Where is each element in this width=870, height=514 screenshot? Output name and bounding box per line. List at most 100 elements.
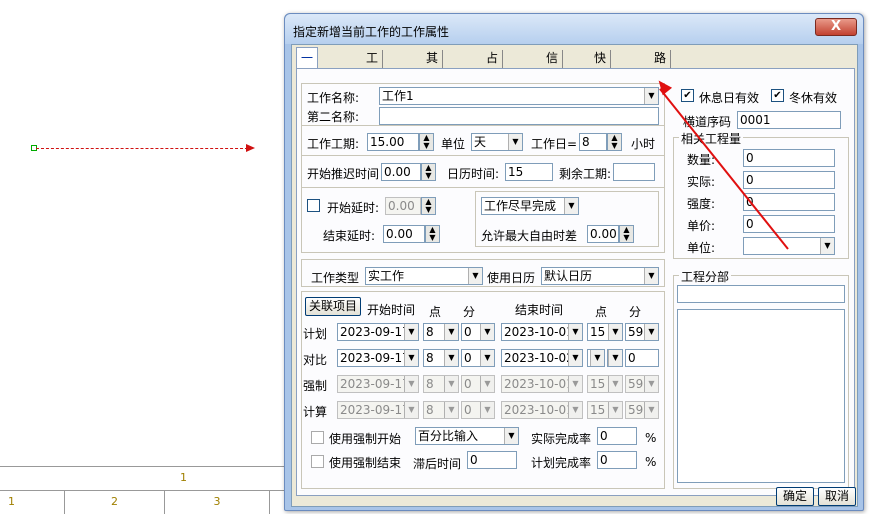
- chevron-down-icon[interactable]: ▼: [564, 198, 578, 214]
- dashed-work-arrow[interactable]: [36, 148, 248, 149]
- chevron-down-icon[interactable]: ▼: [568, 350, 582, 366]
- price-input[interactable]: 0: [743, 215, 835, 233]
- workday-input[interactable]: 8: [579, 133, 607, 151]
- close-button[interactable]: X: [815, 18, 857, 36]
- calendar-time-input[interactable]: 15: [505, 163, 553, 181]
- chevron-down-icon[interactable]: ▼: [644, 324, 658, 340]
- chevron-down-icon[interactable]: ▼: [590, 350, 604, 366]
- compare-end-minute[interactable]: 0: [625, 349, 659, 367]
- computed-start-date[interactable]: 2023-09-17 ▼: [337, 401, 419, 419]
- name-select[interactable]: 工作1 ▼: [379, 87, 659, 105]
- compare-end-minute-dropdown[interactable]: ▼: [607, 349, 623, 367]
- chevron-down-icon[interactable]: ▼: [644, 376, 658, 392]
- tab-relations[interactable]: 工作关系: [362, 50, 384, 116]
- start-lag-input[interactable]: 0.00: [385, 197, 421, 215]
- computed-end-hour[interactable]: 15 ▼: [587, 401, 623, 419]
- compare-end-hour[interactable]: ▼: [587, 349, 605, 367]
- forced-start-hour[interactable]: 8 ▼: [423, 375, 459, 393]
- unitq-select[interactable]: ▼: [743, 237, 835, 255]
- end-lag-spinner[interactable]: ▲ ▼: [425, 225, 440, 243]
- chevron-down-icon[interactable]: ▼: [644, 268, 658, 284]
- ok-button[interactable]: 确定: [776, 487, 814, 506]
- division-list[interactable]: [677, 309, 845, 483]
- computed-end-minute[interactable]: 59 ▼: [625, 401, 659, 419]
- max-free-spinner[interactable]: ▲ ▼: [619, 225, 634, 243]
- chevron-down-icon[interactable]: ▼: [608, 324, 622, 340]
- remaining-input[interactable]: [613, 163, 655, 181]
- cancel-button[interactable]: 取消: [818, 487, 856, 506]
- forced-end-hour[interactable]: 15 ▼: [587, 375, 623, 393]
- chevron-down-icon[interactable]: ▼: [404, 402, 418, 418]
- winter-valid-checkbox[interactable]: ✔: [771, 89, 784, 102]
- type-select[interactable]: 实工作 ▼: [365, 267, 483, 285]
- compare-end-date[interactable]: 2023-10-02 ▼: [501, 349, 583, 367]
- chevron-down-icon[interactable]: ▼: [608, 402, 622, 418]
- chevron-down-icon[interactable]: ▼: [468, 268, 482, 284]
- chevron-down-icon[interactable]: ▼: [568, 324, 582, 340]
- lag-after-input[interactable]: 0: [467, 451, 517, 469]
- start-delay-spinner[interactable]: ▲ ▼: [421, 163, 436, 181]
- chevron-down-icon[interactable]: ▼: [404, 350, 418, 366]
- plan-end-minute[interactable]: 59 ▼: [625, 323, 659, 341]
- chevron-down-icon[interactable]: ▼: [404, 376, 418, 392]
- computed-end-date[interactable]: 2023-10-01 ▼: [501, 401, 583, 419]
- chevron-down-icon[interactable]: ▼: [404, 324, 418, 340]
- plan-start-minute[interactable]: 0 ▼: [461, 323, 495, 341]
- forced-end-date[interactable]: 2023-10-01 ▼: [501, 375, 583, 393]
- compare-start-date[interactable]: 2023-09-17 ▼: [337, 349, 419, 367]
- division-input[interactable]: [677, 285, 845, 303]
- unit-select[interactable]: 天 ▼: [471, 133, 523, 151]
- plan-rate-input[interactable]: 0: [597, 451, 637, 469]
- chevron-down-icon[interactable]: ▼: [820, 238, 834, 254]
- start-delay-input[interactable]: 0.00: [381, 163, 421, 181]
- chevron-down-icon[interactable]: ▼: [568, 402, 582, 418]
- max-free-input[interactable]: 0.00: [587, 225, 619, 243]
- forced-start-minute[interactable]: 0 ▼: [461, 375, 495, 393]
- start-lag-checkbox[interactable]: [307, 199, 320, 212]
- computed-start-hour[interactable]: 8 ▼: [423, 401, 459, 419]
- duration-spinner[interactable]: ▲ ▼: [419, 133, 434, 151]
- chevron-down-icon[interactable]: ▼: [480, 324, 494, 340]
- chevron-down-icon[interactable]: ▼: [568, 376, 582, 392]
- chevron-down-icon[interactable]: ▼: [644, 88, 658, 104]
- chevron-down-icon[interactable]: ▼: [504, 428, 518, 444]
- tab-road-bridge[interactable]: 路桥项目: [650, 50, 672, 116]
- forced-start-date[interactable]: 2023-09-17 ▼: [337, 375, 419, 393]
- chevron-down-icon[interactable]: ▼: [608, 376, 622, 392]
- tab-resources[interactable]: 占用资源: [482, 50, 504, 116]
- tab-info[interactable]: 信息: [542, 50, 564, 82]
- chevron-down-icon[interactable]: ▼: [444, 376, 458, 392]
- tab-general[interactable]: 一般属性: [296, 47, 319, 125]
- computed-start-minute[interactable]: 0 ▼: [461, 401, 495, 419]
- duration-input[interactable]: 15.00: [367, 133, 419, 151]
- end-lag-input[interactable]: 0.00: [383, 225, 425, 243]
- finish-mode-select[interactable]: 工作尽早完成 ▼: [481, 197, 579, 215]
- compare-start-minute[interactable]: 0 ▼: [461, 349, 495, 367]
- dialog-titlebar[interactable]: 指定新增当前工作的工作属性 X: [285, 14, 863, 44]
- chevron-down-icon[interactable]: ▼: [444, 324, 458, 340]
- plan-start-date[interactable]: 2023-09-17 ▼: [337, 323, 419, 341]
- actual-input[interactable]: 0: [743, 171, 835, 189]
- chevron-down-icon[interactable]: ▼: [480, 350, 494, 366]
- workday-spinner[interactable]: ▲ ▼: [607, 133, 622, 151]
- calendar-select[interactable]: 默认日历 ▼: [541, 267, 659, 285]
- chevron-down-icon[interactable]: ▼: [644, 402, 658, 418]
- force-start-checkbox[interactable]: [311, 431, 324, 444]
- tab-quick-parse[interactable]: 快速解析: [590, 50, 612, 116]
- tab-other[interactable]: 其他属性: [422, 50, 444, 116]
- quantity-input[interactable]: 0: [743, 149, 835, 167]
- chevron-down-icon[interactable]: ▼: [444, 350, 458, 366]
- plan-end-hour[interactable]: 15 ▼: [587, 323, 623, 341]
- compare-start-hour[interactable]: 8 ▼: [423, 349, 459, 367]
- seq-input[interactable]: 0001: [737, 111, 841, 129]
- chevron-down-icon[interactable]: ▼: [480, 402, 494, 418]
- link-project-button[interactable]: 关联项目: [305, 297, 361, 316]
- force-end-checkbox[interactable]: [311, 455, 324, 468]
- chevron-down-icon[interactable]: ▼: [480, 376, 494, 392]
- second-name-input[interactable]: [379, 107, 659, 125]
- plan-start-hour[interactable]: 8 ▼: [423, 323, 459, 341]
- plan-end-date[interactable]: 2023-10-01 ▼: [501, 323, 583, 341]
- holiday-valid-checkbox[interactable]: ✔: [681, 89, 694, 102]
- start-lag-spinner[interactable]: ▲ ▼: [421, 197, 436, 215]
- input-mode-select[interactable]: 百分比输入 ▼: [415, 427, 519, 445]
